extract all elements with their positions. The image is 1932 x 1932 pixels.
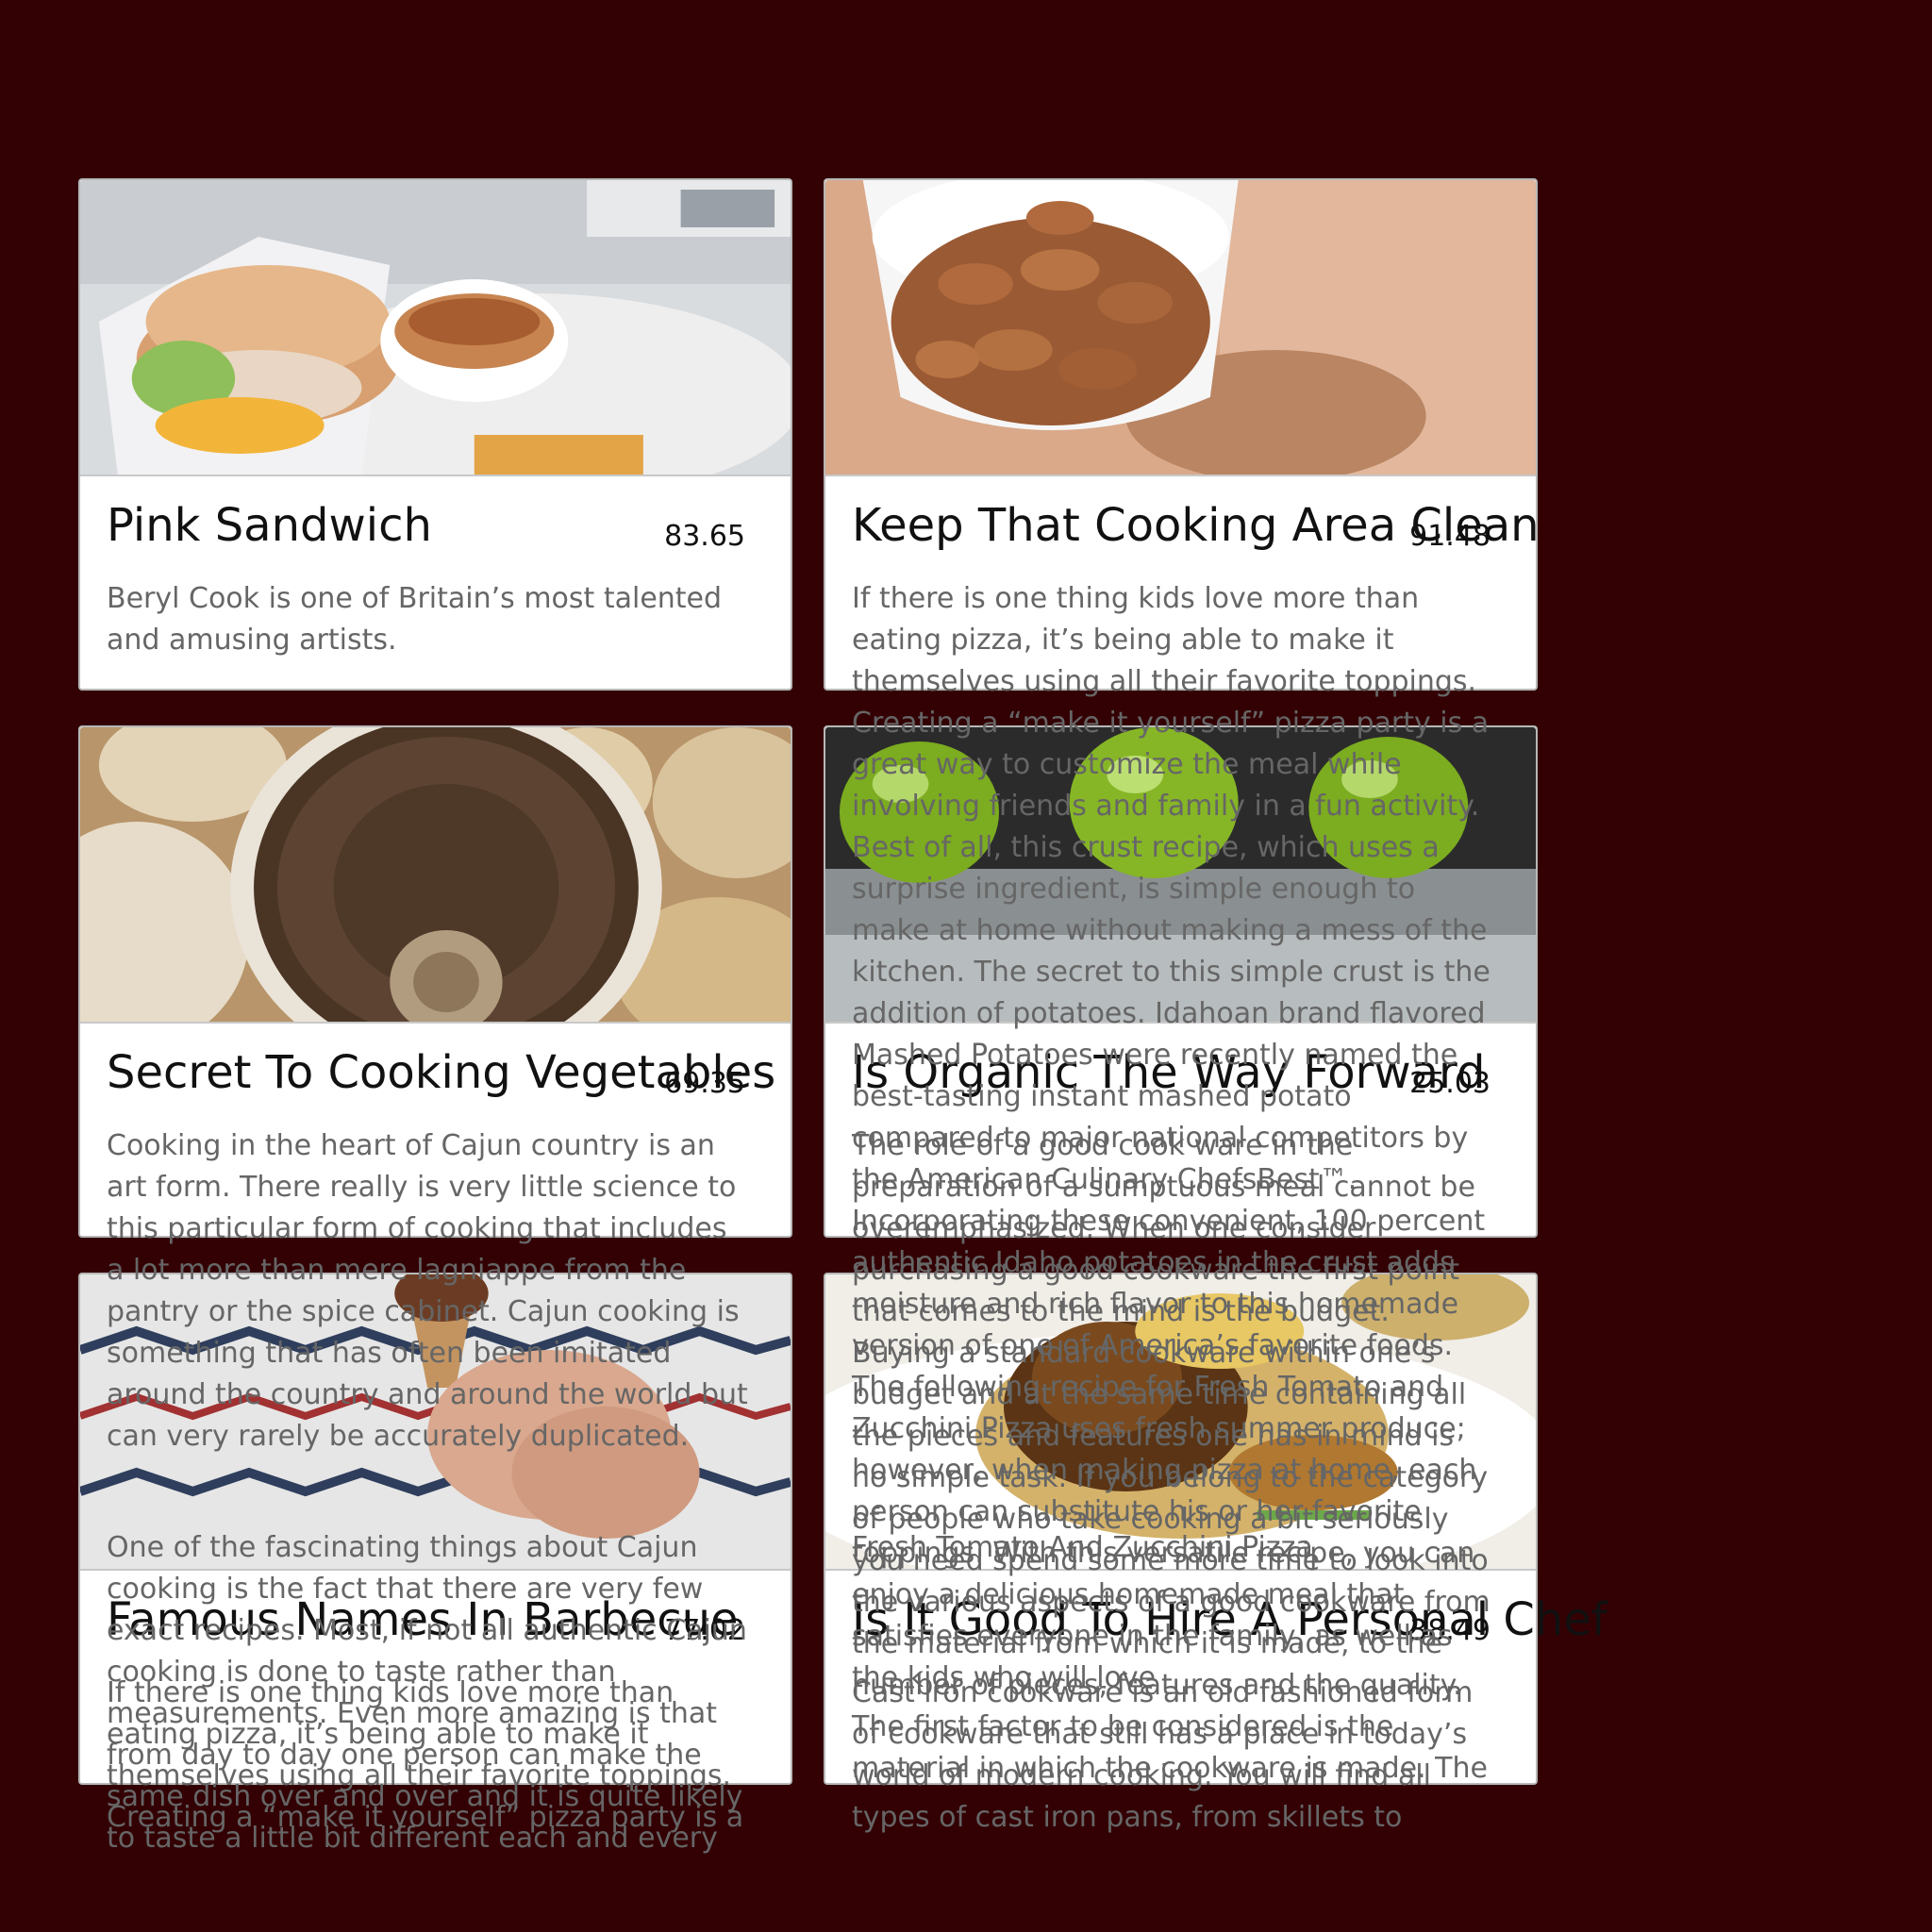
card-title[interactable]: Pink Sandwich	[107, 501, 432, 551]
mushrooms-image	[80, 727, 791, 1024]
sandwich-with-soup-image	[80, 180, 791, 476]
card-price: 83.65	[664, 520, 745, 553]
product-card[interactable]: Keep That Cooking Area Clean 91.48 If th…	[824, 178, 1540, 1694]
card-description: If there is one thing kids love more tha…	[107, 1676, 744, 1834]
card-description: Cooking in the heart of Cajun country is…	[107, 1129, 748, 1453]
product-card[interactable]: Secret To Cooking Vegetables 69.35 Cooki…	[78, 725, 792, 1855]
card-description: Beryl Cook is one of Britain’s most tale…	[107, 582, 723, 657]
card-price: 69.35	[664, 1067, 745, 1100]
card-price: 91.48	[1409, 520, 1491, 553]
product-card[interactable]: Pink Sandwich 83.65 Beryl Cook is one of…	[78, 178, 792, 691]
card-description: Cast iron cookware is an old fashioned f…	[852, 1676, 1474, 1834]
almonds-bowl-image	[825, 180, 1536, 476]
